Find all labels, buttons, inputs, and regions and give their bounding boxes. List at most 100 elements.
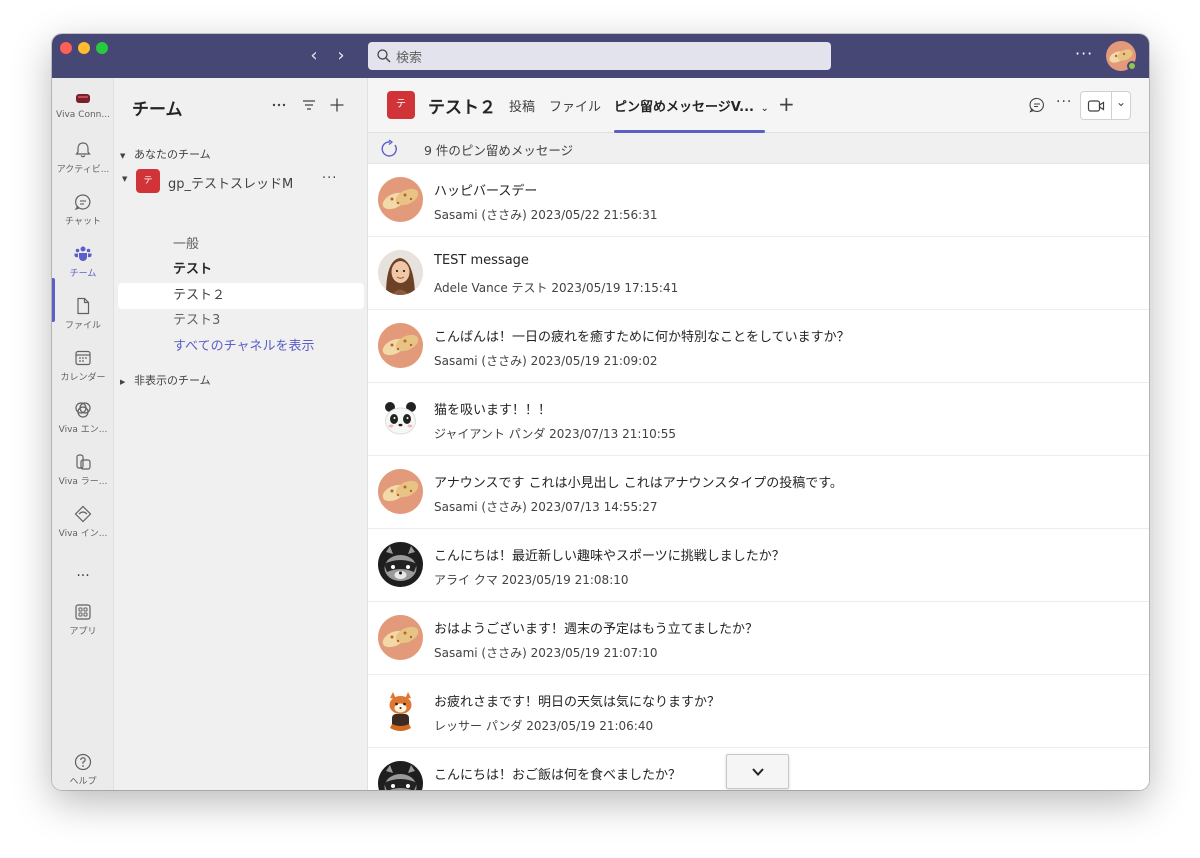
chevron-down-icon[interactable]: ⌄ xyxy=(760,103,768,114)
team-name: gp_テストスレッドM xyxy=(168,177,294,192)
message-meta: Sasami (ささみ) 2023/07/13 14:55:27 xyxy=(434,500,658,514)
rail-item-help[interactable]: ヘルプ xyxy=(52,748,114,790)
pinned-message[interactable]: TEST message Adele Vance テスト 2023/05/19 … xyxy=(368,237,1149,310)
chevron-right-icon[interactable]: › xyxy=(331,46,351,66)
avatar xyxy=(378,323,423,368)
pinned-message-list: ハッピバースデー Sasami (ささみ) 2023/05/22 21:56:3… xyxy=(368,164,1149,790)
caret-down-icon: ▼ xyxy=(120,152,126,160)
caret-right-icon: ▶ xyxy=(120,378,126,386)
channel-item[interactable]: 一般 xyxy=(118,232,364,258)
teams-list-pane: チーム ▼ あなたのチーム ▼ テ gp_テストスレッドM ··· 一般 テスト … xyxy=(114,78,368,790)
button-separator xyxy=(1111,92,1112,119)
message-text: ハッピバースデー xyxy=(434,184,538,199)
rail-item-viva-connections[interactable]: Viva Conn... xyxy=(52,84,114,130)
channel-item-selected[interactable]: テスト２ xyxy=(118,283,364,309)
scroll-to-bottom-button[interactable] xyxy=(726,754,789,789)
message-meta: Sasami (ささみ) 2023/05/19 21:07:10 xyxy=(434,646,658,660)
pinned-count-label: 9 件のピン留めメッセージ xyxy=(424,143,574,158)
add-tab-button[interactable]: + xyxy=(778,92,795,116)
more-options-icon[interactable] xyxy=(270,96,288,114)
message-text: 猫を吸います！！！ xyxy=(434,403,552,418)
tab-files[interactable]: ファイル xyxy=(549,96,601,115)
avatar xyxy=(378,542,423,587)
teams-window: ‹ › 検索 ··· Viva Conn... アクティビ... チャット チー… xyxy=(52,34,1149,790)
title-bar: ‹ › 検索 ··· xyxy=(52,34,1149,78)
pinned-toolbar: 9 件のピン留めメッセージ xyxy=(368,133,1149,164)
rail-item-chat[interactable]: チャット xyxy=(52,188,114,234)
avatar xyxy=(378,688,423,733)
channel-avatar: テ xyxy=(387,91,415,119)
avatar xyxy=(378,761,423,790)
rail-item-teams[interactable]: チーム xyxy=(52,240,114,286)
channel-main: テ テスト２ 投稿 ファイル ピン留めメッセージV... ⌄ + ··· ⌄ 9… xyxy=(368,78,1149,790)
avatar xyxy=(378,396,423,441)
viva-learning-icon xyxy=(76,454,91,470)
caret-down-icon: ▼ xyxy=(122,175,128,183)
more-icon[interactable]: ··· xyxy=(1075,44,1093,63)
chevron-left-icon[interactable]: ‹ xyxy=(304,46,324,66)
rail-item-viva-learning[interactable]: Viva ラー... xyxy=(52,448,114,494)
avatar xyxy=(378,250,423,295)
rail-item-calendar[interactable]: カレンダー xyxy=(52,344,114,390)
conversation-icon[interactable] xyxy=(1028,96,1046,114)
close-window-button[interactable] xyxy=(60,42,72,54)
rail-item-viva-engage[interactable]: Viva エン... xyxy=(52,396,114,442)
tab-posts[interactable]: 投稿 xyxy=(509,96,535,115)
channel-item[interactable]: テスト3 xyxy=(118,308,364,334)
pinned-message[interactable]: こんばんは！一日の疲れを癒すために何か特別なことをしていますか？ Sasami … xyxy=(368,310,1149,383)
show-all-channels-link[interactable]: すべてのチャネルを表示 xyxy=(118,334,364,360)
search-icon xyxy=(377,49,391,63)
rail-item-apps[interactable]: アプリ xyxy=(52,598,114,644)
team-avatar: テ xyxy=(136,169,160,193)
search-placeholder: 検索 xyxy=(396,51,423,66)
channel-item[interactable]: テスト xyxy=(118,257,364,283)
message-meta: Sasami (ささみ) 2023/05/22 21:56:31 xyxy=(434,208,658,222)
chat-icon xyxy=(74,194,91,211)
tab-pinned-messages[interactable]: ピン留めメッセージV... ⌄ xyxy=(614,96,769,115)
rail-item-activity[interactable]: アクティビ... xyxy=(52,136,114,182)
message-meta: アライ クマ 2023/05/19 21:08:10 xyxy=(434,573,629,587)
pinned-message[interactable]: おはようございます！週末の予定はもう立てましたか？ Sasami (ささみ) 2… xyxy=(368,602,1149,675)
pinned-message[interactable]: こんにちは！最近新しい趣味やスポーツに挑戦しましたか？ アライ クマ 2023/… xyxy=(368,529,1149,602)
search-input[interactable]: 検索 xyxy=(368,42,831,70)
add-icon[interactable] xyxy=(328,96,346,114)
refresh-icon[interactable] xyxy=(380,139,400,159)
rail-item-viva-insights[interactable]: Viva イン... xyxy=(52,500,114,546)
team-row[interactable]: ▼ テ gp_テストスレッドM ··· xyxy=(122,168,362,194)
teams-pane-title: チーム xyxy=(132,100,183,120)
channel-title: テスト２ xyxy=(428,98,496,118)
zoom-window-button[interactable] xyxy=(96,42,108,54)
viva-insights-icon xyxy=(74,505,92,523)
pinned-message[interactable]: お疲れさまです！明日の天気は気になりますか？ レッサー パンダ 2023/05/… xyxy=(368,675,1149,748)
viva-connections-icon xyxy=(76,94,90,103)
message-text: こんにちは！おご飯は何を食べましたか？ xyxy=(434,768,682,783)
video-camera-icon xyxy=(1087,100,1105,112)
message-meta: ジャイアント パンダ 2023/07/13 21:10:55 xyxy=(434,427,677,441)
more-icon[interactable]: ··· xyxy=(1056,94,1072,110)
minimize-window-button[interactable] xyxy=(78,42,90,54)
pinned-message[interactable]: アナウンスです これは小見出し これはアナウンスタイプの投稿です。 Sasami… xyxy=(368,456,1149,529)
rail-item-files[interactable]: ファイル xyxy=(52,292,114,338)
pinned-message[interactable]: ハッピバースデー Sasami (ささみ) 2023/05/22 21:56:3… xyxy=(368,164,1149,237)
hidden-teams-section[interactable]: ▶ 非表示のチーム xyxy=(120,372,211,388)
avatar xyxy=(378,177,423,222)
message-text: TEST message xyxy=(434,253,529,268)
avatar xyxy=(378,469,423,514)
team-more-icon[interactable]: ··· xyxy=(322,171,337,186)
teams-icon xyxy=(74,246,92,261)
message-meta: Adele Vance テスト 2023/05/19 17:15:41 xyxy=(434,281,679,295)
message-text: こんばんは！一日の疲れを癒すために何か特別なことをしていますか？ xyxy=(434,330,850,345)
message-text: こんにちは！最近新しい趣味やスポーツに挑戦しましたか？ xyxy=(434,549,785,564)
pinned-message[interactable]: 猫を吸います！！！ ジャイアント パンダ 2023/07/13 21:10:55 xyxy=(368,383,1149,456)
message-text: アナウンスです これは小見出し これはアナウンスタイプの投稿です。 xyxy=(434,476,843,491)
file-icon xyxy=(77,297,90,315)
message-text: おはようございます！週末の予定はもう立てましたか？ xyxy=(434,622,758,637)
your-teams-section[interactable]: ▼ あなたのチーム xyxy=(120,146,211,162)
chevron-down-icon xyxy=(752,768,764,776)
filter-icon[interactable] xyxy=(300,96,318,114)
apps-icon xyxy=(75,604,91,620)
meet-now-button[interactable]: ⌄ xyxy=(1080,91,1131,120)
calendar-icon xyxy=(75,350,91,366)
help-icon xyxy=(74,753,92,771)
chevron-down-icon[interactable]: ⌄ xyxy=(1116,95,1126,109)
